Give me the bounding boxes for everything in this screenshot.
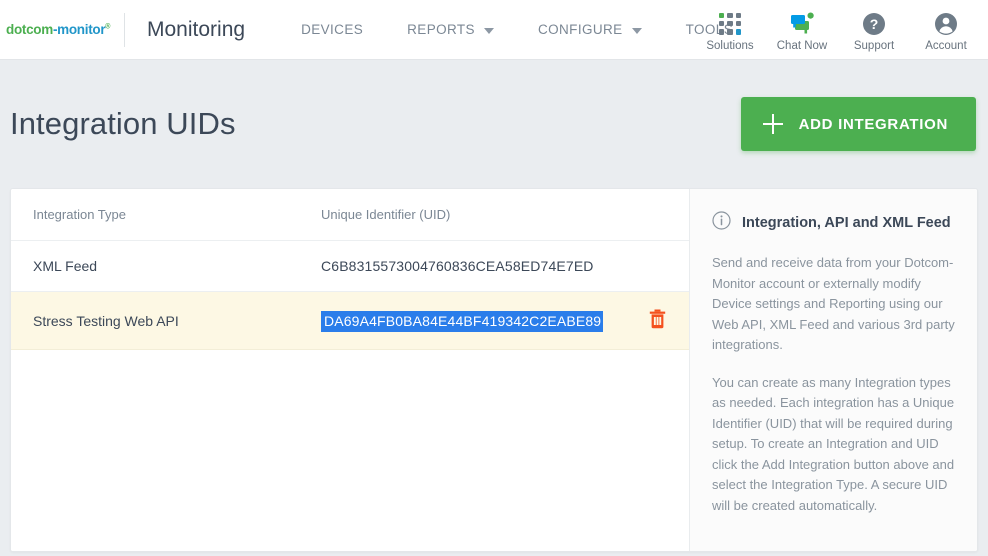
uid-value-selected[interactable]: DA69A4FB0BA84E44BF419342C2EABE89	[321, 310, 604, 332]
main-nav-menu: DEVICES REPORTS CONFIGURE TOOLS	[279, 22, 755, 37]
nav-item-devices[interactable]: DEVICES	[279, 22, 385, 37]
svg-text:?: ?	[870, 16, 879, 32]
logo-registered-mark: ®	[105, 23, 111, 31]
header-tool-chat-now-label: Chat Now	[776, 39, 828, 52]
nav-item-reports-label: REPORTS	[407, 22, 475, 37]
dotcom-monitor-logo[interactable]: dotcom-monitor®	[6, 22, 110, 37]
cell-actions	[625, 240, 689, 292]
column-header-uid: Unique Identifier (UID)	[311, 189, 625, 241]
uid-value[interactable]: C6B8315573004760836CEA58ED74E7ED	[321, 258, 594, 274]
user-circle-icon	[934, 11, 958, 37]
table-header-row: Integration Type Unique Identifier (UID)	[11, 189, 689, 241]
header-tool-account-label: Account	[925, 39, 967, 52]
header-tool-chat-now[interactable]: Chat Now	[766, 0, 838, 60]
integrations-table-pane: Integration Type Unique Identifier (UID)…	[11, 189, 689, 551]
add-integration-button[interactable]: ADD INTEGRATION	[740, 97, 976, 151]
integration-uids-table: Integration Type Unique Identifier (UID)…	[11, 189, 689, 350]
chat-bubble-icon	[789, 11, 815, 37]
table-row[interactable]: XML Feed C6B8315573004760836CEA58ED74E7E…	[11, 240, 689, 292]
cell-integration-type: XML Feed	[11, 240, 311, 292]
cell-uid[interactable]: DA69A4FB0BA84E44BF419342C2EABE89	[311, 291, 625, 350]
info-circle-icon	[712, 211, 731, 235]
plus-icon	[762, 114, 783, 134]
nav-item-devices-label: DEVICES	[301, 22, 364, 37]
header-tool-account[interactable]: Account	[910, 0, 982, 60]
page-header: Integration UIDs ADD INTEGRATION	[0, 60, 988, 188]
page-title: Integration UIDs	[10, 106, 236, 141]
info-panel-header: Integration, API and XML Feed	[712, 211, 955, 235]
nav-item-configure-label: CONFIGURE	[537, 22, 623, 37]
table-header: Integration Type Unique Identifier (UID)	[11, 189, 689, 241]
column-header-actions	[625, 189, 689, 241]
top-navigation-bar: dotcom-monitor® Monitoring DEVICES REPOR…	[0, 0, 988, 60]
logo-text-green: dotcom	[6, 22, 53, 37]
cell-integration-type: Stress Testing Web API	[11, 291, 311, 350]
info-panel: Integration, API and XML Feed Send and r…	[689, 189, 977, 551]
header-tool-support-label: Support	[853, 39, 895, 52]
header-tools-group: Solutions Chat Now ? Support Account	[694, 0, 982, 60]
apps-grid-icon	[719, 11, 741, 37]
info-panel-paragraph-2: You can create as many Integration types…	[712, 374, 955, 513]
page-app-title: Monitoring	[147, 17, 246, 41]
header-tool-solutions[interactable]: Solutions	[694, 0, 766, 60]
table-row[interactable]: Stress Testing Web API DA69A4FB0BA84E44B…	[11, 291, 689, 350]
table-body: XML Feed C6B8315573004760836CEA58ED74E7E…	[11, 240, 689, 350]
info-panel-title: Integration, API and XML Feed	[742, 215, 951, 231]
nav-item-configure[interactable]: CONFIGURE	[516, 22, 664, 37]
header-tool-solutions-label: Solutions	[706, 39, 754, 52]
header-tool-support[interactable]: ? Support	[838, 0, 910, 60]
header-divider	[124, 12, 125, 47]
nav-item-reports[interactable]: REPORTS	[385, 22, 516, 37]
chevron-down-icon	[631, 27, 642, 34]
cell-uid[interactable]: C6B8315573004760836CEA58ED74E7ED	[311, 240, 625, 292]
content-card: Integration Type Unique Identifier (UID)…	[10, 188, 978, 552]
info-panel-paragraph-1: Send and receive data from your Dotcom-M…	[712, 255, 955, 352]
column-header-integration-type: Integration Type	[11, 189, 311, 241]
logo-text-blue: -monitor	[52, 22, 106, 37]
chevron-down-icon	[483, 27, 494, 34]
cell-actions	[625, 291, 689, 350]
add-integration-button-label: ADD INTEGRATION	[798, 115, 948, 133]
delete-icon[interactable]	[649, 309, 666, 329]
question-circle-icon: ?	[862, 11, 886, 37]
